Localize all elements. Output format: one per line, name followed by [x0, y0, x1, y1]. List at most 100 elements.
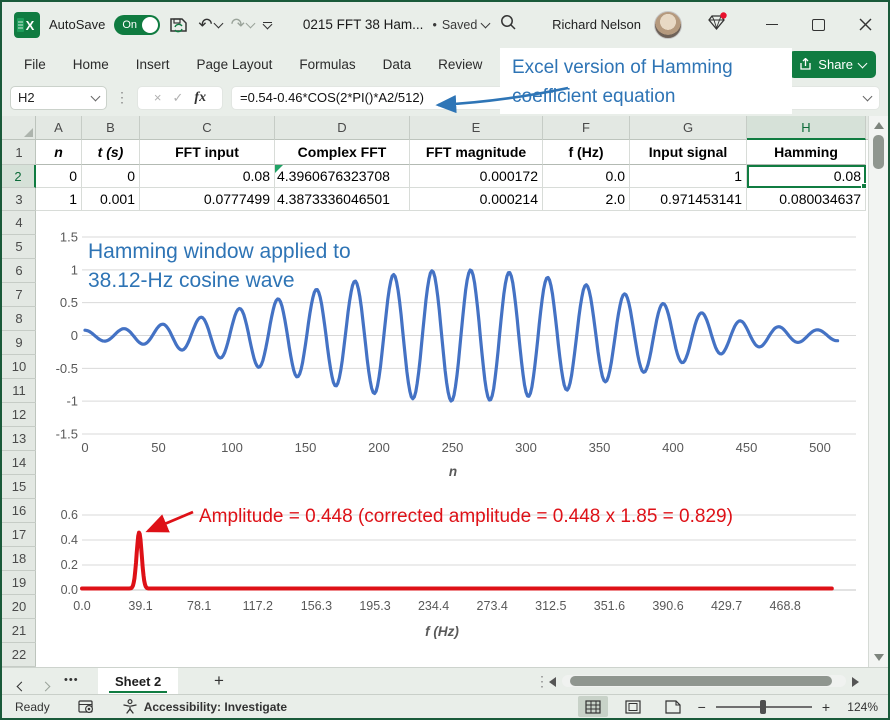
column-header-E[interactable]: E [410, 116, 543, 140]
column-header-A[interactable]: A [36, 116, 82, 140]
row-header-11[interactable]: 11 [2, 379, 36, 403]
redo-button[interactable]: ↷ [231, 16, 254, 33]
column-header-F[interactable]: F [543, 116, 630, 140]
chart-fft-spectrum[interactable]: 0.60.40.20.00.039.178.1117.2156.3195.323… [38, 492, 866, 664]
quick-access-customize-button[interactable] [263, 22, 272, 28]
zoom-slider-thumb[interactable] [760, 700, 766, 714]
row-header-4[interactable]: 4 [2, 211, 36, 235]
share-button[interactable]: Share [789, 51, 876, 78]
undo-button[interactable]: ↶ [198, 16, 221, 33]
cell-C1[interactable]: FFT input [140, 140, 275, 165]
row-header-14[interactable]: 14 [2, 451, 36, 475]
row-header-1[interactable]: 1 [2, 140, 36, 165]
cell-A1[interactable]: n [36, 140, 82, 165]
row-header-3[interactable]: 3 [2, 188, 36, 211]
accessibility-checker-button[interactable] [122, 699, 138, 714]
ribbon-tab-insert[interactable]: Insert [136, 57, 170, 72]
chart-hamming-windowed-wave[interactable]: 1.510.50-0.5-1-1.50501001502002503003504… [38, 212, 866, 490]
ribbon-tab-page-layout[interactable]: Page Layout [197, 57, 273, 72]
row-header-5[interactable]: 5 [2, 235, 36, 259]
page-break-view-button[interactable] [658, 696, 688, 717]
ribbon-tab-formulas[interactable]: Formulas [299, 57, 355, 72]
row-header-19[interactable]: 19 [2, 571, 36, 595]
document-title[interactable]: 0215 FFT 38 Ham... [303, 17, 424, 32]
cell-C2[interactable]: 0.08 [140, 165, 275, 188]
column-header-H[interactable]: H [747, 116, 866, 140]
scroll-up-icon[interactable] [874, 122, 884, 129]
close-button[interactable] [859, 18, 872, 31]
row-header-20[interactable]: 20 [2, 595, 36, 619]
macro-record-button[interactable] [78, 700, 94, 714]
cell-F2[interactable]: 0.0 [543, 165, 630, 188]
page-layout-view-button[interactable] [618, 696, 648, 717]
row-header-6[interactable]: 6 [2, 259, 36, 283]
row-header-13[interactable]: 13 [2, 427, 36, 451]
cell-D2[interactable]: 4.3960676323708 [275, 165, 410, 188]
feedback-gem-button[interactable] [707, 12, 727, 37]
select-all-button[interactable] [2, 116, 36, 140]
cell-F1[interactable]: f (Hz) [543, 140, 630, 165]
vertical-scrollbar[interactable] [868, 116, 888, 667]
enter-icon[interactable]: ✓ [173, 90, 184, 106]
new-sheet-button[interactable]: + [214, 671, 224, 691]
cell-E2[interactable]: 0.000172 [410, 165, 543, 188]
cell-G3[interactable]: 0.971453141 [630, 188, 747, 211]
sheet-list-icon[interactable]: ••• [64, 674, 79, 686]
cell-H2[interactable]: 0.08 [747, 165, 866, 188]
accessibility-status[interactable]: Accessibility: Investigate [144, 700, 287, 714]
cell-G1[interactable]: Input signal [630, 140, 747, 165]
scrollbar-grip-icon[interactable]: ⋮ [535, 673, 549, 690]
zoom-out-button[interactable]: − [698, 699, 706, 715]
save-icon[interactable] [169, 16, 189, 34]
autosave-toggle[interactable]: On [114, 15, 160, 35]
horizontal-scroll-thumb[interactable] [570, 676, 832, 686]
row-header-10[interactable]: 10 [2, 355, 36, 379]
column-header-B[interactable]: B [82, 116, 140, 140]
zoom-slider[interactable] [716, 706, 812, 708]
formula-bar-expand-icon[interactable] [863, 91, 873, 101]
row-header-16[interactable]: 16 [2, 499, 36, 523]
row-header-8[interactable]: 8 [2, 307, 36, 331]
previous-sheet-button[interactable] [18, 677, 25, 695]
ribbon-tab-review[interactable]: Review [438, 57, 482, 72]
vertical-scroll-thumb[interactable] [873, 135, 884, 169]
ribbon-tab-file[interactable]: File [24, 57, 46, 72]
cell-D3[interactable]: 4.3873336046501 [275, 188, 410, 211]
fill-handle[interactable] [861, 183, 867, 189]
ribbon-tab-home[interactable]: Home [73, 57, 109, 72]
cell-H1[interactable]: Hamming [747, 140, 866, 165]
row-header-22[interactable]: 22 [2, 643, 36, 667]
zoom-level[interactable]: 124% [840, 700, 878, 714]
cell-G2[interactable]: 1 [630, 165, 747, 188]
search-button[interactable] [499, 13, 517, 36]
row-header-12[interactable]: 12 [2, 403, 36, 427]
user-avatar[interactable] [654, 11, 682, 39]
cell-D1[interactable]: Complex FFT [275, 140, 410, 165]
row-header-18[interactable]: 18 [2, 547, 36, 571]
name-box[interactable]: H2 [10, 86, 107, 110]
cell-B3[interactable]: 0.001 [82, 188, 140, 211]
insert-function-button[interactable]: fx [194, 90, 206, 106]
column-header-C[interactable]: C [140, 116, 275, 140]
cell-B1[interactable]: t (s) [82, 140, 140, 165]
sheet-tab-active[interactable]: Sheet 2 [98, 668, 178, 694]
ribbon-tab-data[interactable]: Data [383, 57, 412, 72]
cell-F3[interactable]: 2.0 [543, 188, 630, 211]
zoom-in-button[interactable]: + [822, 699, 830, 715]
row-header-21[interactable]: 21 [2, 619, 36, 643]
column-header-G[interactable]: G [630, 116, 747, 140]
row-header-7[interactable]: 7 [2, 283, 36, 307]
maximize-button[interactable] [812, 19, 825, 31]
cell-H3[interactable]: 0.080034637 [747, 188, 866, 211]
user-name[interactable]: Richard Nelson [552, 17, 641, 32]
row-header-17[interactable]: 17 [2, 523, 36, 547]
minimize-button[interactable] [766, 24, 778, 25]
cell-E3[interactable]: 0.000214 [410, 188, 543, 211]
cell-B2[interactable]: 0 [82, 165, 140, 188]
cell-E1[interactable]: FFT magnitude [410, 140, 543, 165]
scroll-right-icon[interactable] [852, 677, 859, 687]
cell-C3[interactable]: 0.0777499 [140, 188, 275, 211]
save-status[interactable]: • Saved [432, 18, 489, 32]
scroll-down-icon[interactable] [874, 654, 884, 661]
column-header-D[interactable]: D [275, 116, 410, 140]
